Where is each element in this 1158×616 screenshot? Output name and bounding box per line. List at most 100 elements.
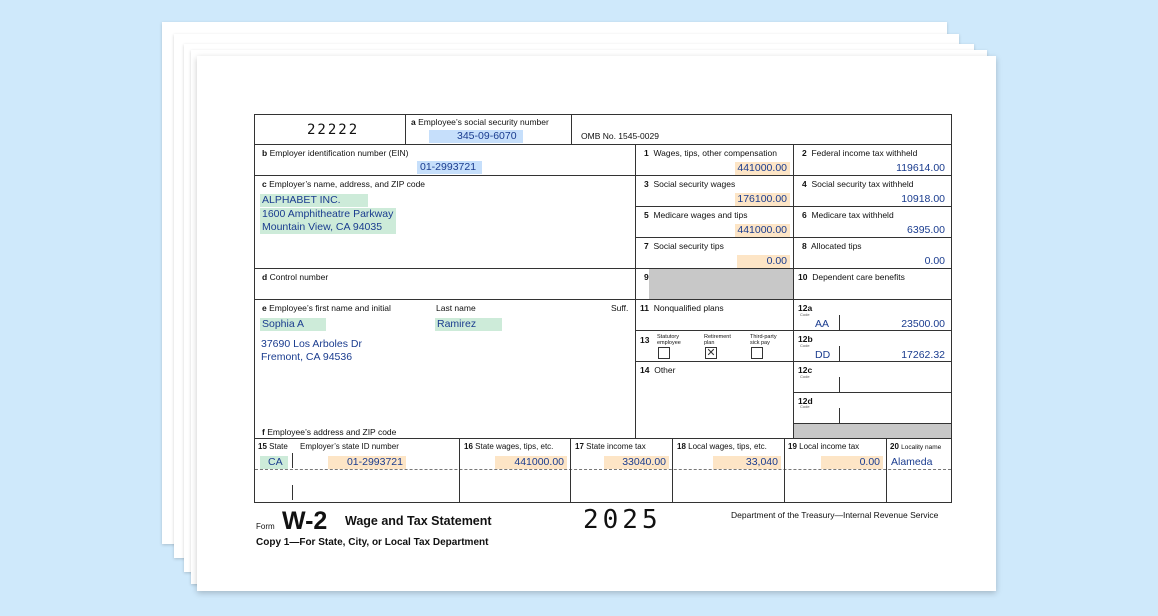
grid-line [255,299,951,300]
box11-label: 11 Nonqualified plans [640,303,724,313]
grid-line [635,361,793,362]
box8-field[interactable]: 0.00 [855,255,945,268]
box10-label: 10 Dependent care benefits [798,272,905,282]
grid-line [255,175,951,176]
grid-line [405,115,406,144]
omb-number: OMB No. 1545-0029 [581,131,659,141]
grid-line [571,115,572,144]
form-word: Form [256,522,275,531]
state-id-field[interactable]: 01-2993721 [328,456,406,469]
copy-line: Copy 1—For State, City, or Local Tax Dep… [256,537,489,548]
last-name-field[interactable]: Ramirez [435,318,502,331]
grid-line [255,144,951,145]
suff-label: Suff. [611,303,629,313]
employee-street-field[interactable]: 37690 Los Arboles Dr [261,338,362,351]
ein-field[interactable]: 01-2993721 [417,161,482,174]
control-code: 22222 [307,122,360,138]
grid-line [839,315,840,330]
box19-field[interactable]: 0.00 [821,456,883,469]
statutory-employee-checkbox[interactable] [658,347,670,359]
box18-label: 18 Local wages, tips, etc. [677,442,767,451]
box13-statutory-label: Statutory employee [657,334,681,346]
e-label: e Employee’s first name and initial [262,303,391,313]
grid-line [784,438,785,502]
grid-line [459,438,460,502]
grid-line [570,438,571,502]
box3-field[interactable]: 176100.00 [735,193,790,206]
box7-label: 7 Social security tips [644,241,724,251]
grid-line [672,438,673,502]
box12c-code-label: Code [800,374,810,379]
retirement-plan-checkbox[interactable]: ✕ [705,347,717,359]
box1-field[interactable]: 441000.00 [735,162,790,175]
box20-label: 20 Locality name [890,442,942,451]
grid-line [886,438,887,502]
box17-field[interactable]: 33040.00 [604,456,669,469]
f-label: f Employee’s address and ZIP code [262,427,397,437]
box7-field[interactable]: 0.00 [737,255,790,268]
first-name-field[interactable]: Sophia A [260,318,326,331]
box16-label: 16 State wages, tips, etc. [464,442,554,451]
box12b-code-label: Code [800,343,810,348]
box3-label: 3 Social security wages [644,179,736,189]
box16-field[interactable]: 441000.00 [495,456,567,469]
employer-city-field[interactable]: Mountain View, CA 94035 [260,221,396,234]
a-label: a Employee’s social security number [411,117,549,127]
box12a-amount[interactable]: 23500.00 [855,318,945,331]
w2-form-grid: 22222 a Employee’s social security numbe… [254,114,952,503]
employer-name-field[interactable]: ALPHABET INC. [260,194,368,207]
grid-line [255,268,951,269]
box5-label: 5 Medicare wages and tips [644,210,748,220]
tax-year: 2025 [583,505,662,535]
c-label: c Employer’s name, address, and ZIP code [262,179,426,189]
box6-label: 6 Medicare tax withheld [802,210,894,220]
box17-label: 17 State income tax [575,442,646,451]
box9-label: 9 [644,272,649,282]
box14-label: 14 Other [640,365,676,375]
grid-line [793,392,951,393]
ssn-field[interactable]: 345-09-6070 [429,130,523,143]
box12d-shaded [794,424,951,438]
box19-label: 19 Local income tax [788,442,860,451]
grid-line [635,144,636,438]
box4-label: 4 Social security tax withheld [802,179,914,189]
box18-field[interactable]: 33,040 [713,456,781,469]
d-label: d Control number [262,272,329,282]
department-line: Department of the Treasury—Internal Reve… [731,510,939,520]
box4-field[interactable]: 10918.00 [855,193,945,206]
box12a-code[interactable]: AA [815,318,829,331]
box2-field[interactable]: 119614.00 [855,162,945,175]
box13-thirdparty-label: Third-party sick pay [750,334,777,346]
box15-label: 15 State [258,442,288,451]
thirdparty-sick-pay-checkbox[interactable] [751,347,763,359]
box12d-code-label: Code [800,404,810,409]
box6-field[interactable]: 6395.00 [855,224,945,237]
state-id-label: Employer’s state ID number [300,442,399,451]
grid-line [839,408,840,423]
grid-line [255,438,951,439]
form-name: W-2 [282,507,328,535]
employer-street-field[interactable]: 1600 Amphitheatre Parkway [260,208,396,221]
box1-label: 1 Wages, tips, other compensation [644,148,777,158]
b-label: b Employer identification number (EIN) [262,148,409,158]
box12b-amount[interactable]: 17262.32 [855,349,945,362]
box12a-code-label: Code [800,312,810,317]
grid-line [292,485,293,500]
form-title: Wage and Tax Statement [345,514,492,528]
box9-shaded [649,269,793,299]
box12b-code[interactable]: DD [815,349,830,362]
box2-label: 2 Federal income tax withheld [802,148,918,158]
employee-city-field[interactable]: Fremont, CA 94536 [261,351,352,364]
grid-line [839,377,840,392]
dashed-line [255,469,951,470]
grid-line [839,346,840,361]
box5-field[interactable]: 441000.00 [735,224,790,237]
grid-line [793,144,794,438]
state-field[interactable]: CA [260,456,288,469]
box13-retirement-label: Retirement plan [704,334,731,346]
last-name-label: Last name [436,303,476,313]
box20-field[interactable]: Alameda [891,456,932,469]
box8-label: 8 Allocated tips [802,241,862,251]
box13-label: 13 [640,335,650,345]
grid-line [292,453,293,468]
